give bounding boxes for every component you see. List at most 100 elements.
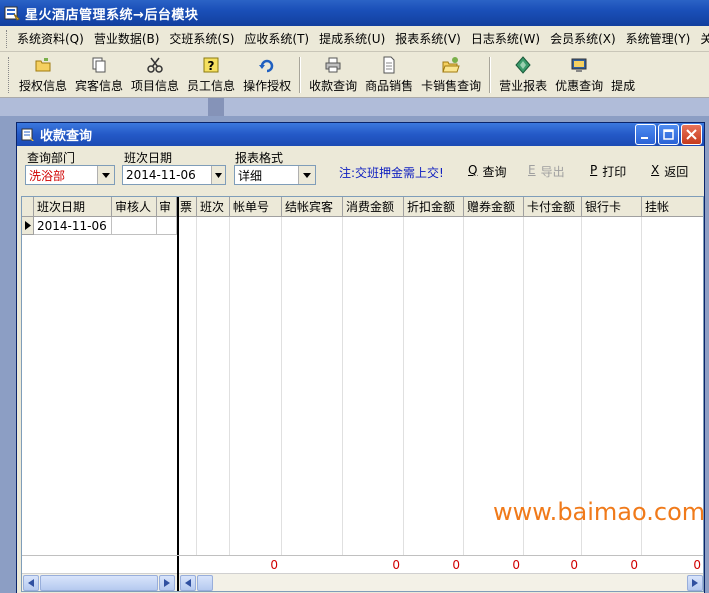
maximize-icon [663,129,674,140]
menu-receivable-system[interactable]: 应收系统(T) [239,28,314,49]
total-consumption: 0 [392,558,400,572]
menu-member-system[interactable]: 会员系统(X) [545,28,621,49]
grid-corner [22,197,34,217]
toolbar-operation-auth-button[interactable]: 操作授权 [239,56,295,97]
menu-system-management[interactable]: 系统管理(Y) [621,28,696,49]
chevron-down-icon[interactable] [97,166,114,184]
col-header-checkout-guest[interactable]: 结帐宾客 [282,197,343,217]
left-hscrollbar[interactable] [22,573,177,591]
scroll-left-button[interactable] [23,575,39,591]
col-header-card-amount[interactable]: 卡付金额 [524,197,582,217]
close-button[interactable] [681,124,702,145]
toolbar-business-report-button[interactable]: 营业报表 [495,56,551,97]
format-select[interactable]: 详细 [234,165,316,185]
toolbar-item-info-button[interactable]: 项目信息 [127,56,183,97]
copy-icon [92,57,106,73]
toolbar-commission-button[interactable]: 提成 [607,56,639,97]
minimize-icon [641,137,648,139]
payment-grid[interactable]: 班次日期 审核人 审 票 班次 帐单号 结帐宾客 消费金额 折扣金额 赠券金额 … [21,196,704,592]
dept-select[interactable]: 洗浴部 [25,165,115,185]
col-divider [342,217,343,555]
export-button[interactable]: E 导出 [528,163,565,180]
toolbar-guest-info-button[interactable]: 宾客信息 [71,56,127,97]
window-titlebar: 收款查询 [17,123,704,146]
printer-icon [325,57,341,73]
total-discount: 0 [452,558,460,572]
col-header-bank-card[interactable]: 银行卡 [582,197,642,217]
date-picker[interactable]: 2014-11-06 [122,165,226,185]
row-indicator[interactable] [22,217,34,235]
menu-report-system[interactable]: 报表系统(V) [390,28,466,49]
toolbar-card-sales-query-button[interactable]: 卡销售查询 [417,56,485,97]
col-header-on-account[interactable]: 挂帐 [642,197,703,217]
table-row[interactable]: 2014-11-06 [34,217,112,235]
monitor-icon [571,58,587,72]
menu-log-system[interactable]: 日志系统(W) [466,28,545,49]
workspace-tab[interactable] [208,98,224,116]
col-header-consumption-amount[interactable]: 消费金额 [343,197,404,217]
toolbar: 授权信息 宾客信息 项目信息 ? 员工信息 操作授权 收款查询 商品销售 卡销售… [0,52,709,98]
total-bank-card: 0 [630,558,638,572]
col-header-bill-no[interactable]: 帐单号 [230,197,282,217]
col-divider [196,217,197,555]
refresh-icon [259,59,274,73]
frozen-column-divider [177,197,179,591]
total-card: 0 [570,558,578,572]
workspace-tab-strip [0,98,709,116]
maximize-button[interactable] [658,124,679,145]
back-button[interactable]: X 返回 [651,163,688,180]
toolbar-product-sales-button[interactable]: 商品销售 [361,56,417,97]
window-title: 收款查询 [40,129,93,144]
total-coupon: 0 [512,558,520,572]
right-hscrollbar[interactable] [179,573,703,591]
col-divider [281,217,282,555]
app-title: 星火酒店管理系统→后台模块 [25,7,199,23]
col-header-auditor[interactable]: 审核人 [112,197,157,217]
col-header-audit[interactable]: 审 [157,197,177,217]
minimize-button[interactable] [635,124,656,145]
help-icon: ? [203,57,219,73]
document-icon [383,56,395,74]
total-on-account: 0 [693,558,701,572]
folder-icon [35,58,51,72]
menu-commission-system[interactable]: 提成系统(U) [314,28,390,49]
dept-label: 查询部门 [27,151,76,165]
col-header-shift-date[interactable]: 班次日期 [34,197,112,217]
commission-icon [614,56,632,74]
chevron-left-icon [185,579,191,587]
print-button[interactable]: P 打印 [590,163,626,180]
toolbar-payment-query-button[interactable]: 收款查询 [305,56,361,97]
scroll-thumb[interactable] [40,575,158,591]
chevron-down-icon[interactable] [298,166,315,184]
toolbar-staff-info-button[interactable]: ? 员工信息 [183,56,239,97]
total-bill-no: 0 [270,558,278,572]
menu-business-data[interactable]: 营业数据(B) [89,28,165,49]
col-header-ticket[interactable]: 票 [177,197,197,217]
search-button[interactable]: Q 查询 [468,163,506,180]
deposit-note: 注:交班押金需上交! [339,166,444,180]
toolbar-separator [489,57,492,93]
col-header-shift[interactable]: 班次 [197,197,230,217]
date-label: 班次日期 [124,151,173,165]
app-titlebar: 星火酒店管理系统→后台模块 [0,0,709,26]
scroll-right-button[interactable] [159,575,175,591]
toolbar-auth-info-button[interactable]: 授权信息 [15,56,71,97]
table-cell[interactable] [112,217,157,235]
menu-system-data[interactable]: 系统资料(Q) [12,28,89,49]
chevron-down-icon[interactable] [211,166,225,184]
toolbar-discount-query-button[interactable]: 优惠查询 [551,56,607,97]
col-divider [463,217,464,555]
chevron-right-icon [164,579,170,587]
scroll-left-button[interactable] [180,575,196,591]
toolbar-separator [299,57,302,93]
col-header-coupon-amount[interactable]: 赠券金额 [464,197,524,217]
svg-text:?: ? [208,59,215,73]
table-cell[interactable] [157,217,177,235]
scroll-right-button[interactable] [687,575,703,591]
query-panel: 查询部门 洗浴部 班次日期 2014-11-06 报表格式 详细 注:交班押金需… [17,146,704,196]
scroll-thumb[interactable] [197,575,213,591]
col-header-discount-amount[interactable]: 折扣金额 [404,197,464,217]
menu-about[interactable]: 关于 [695,28,709,49]
menu-shift-system[interactable]: 交班系统(S) [164,28,239,49]
window-icon [21,128,34,141]
